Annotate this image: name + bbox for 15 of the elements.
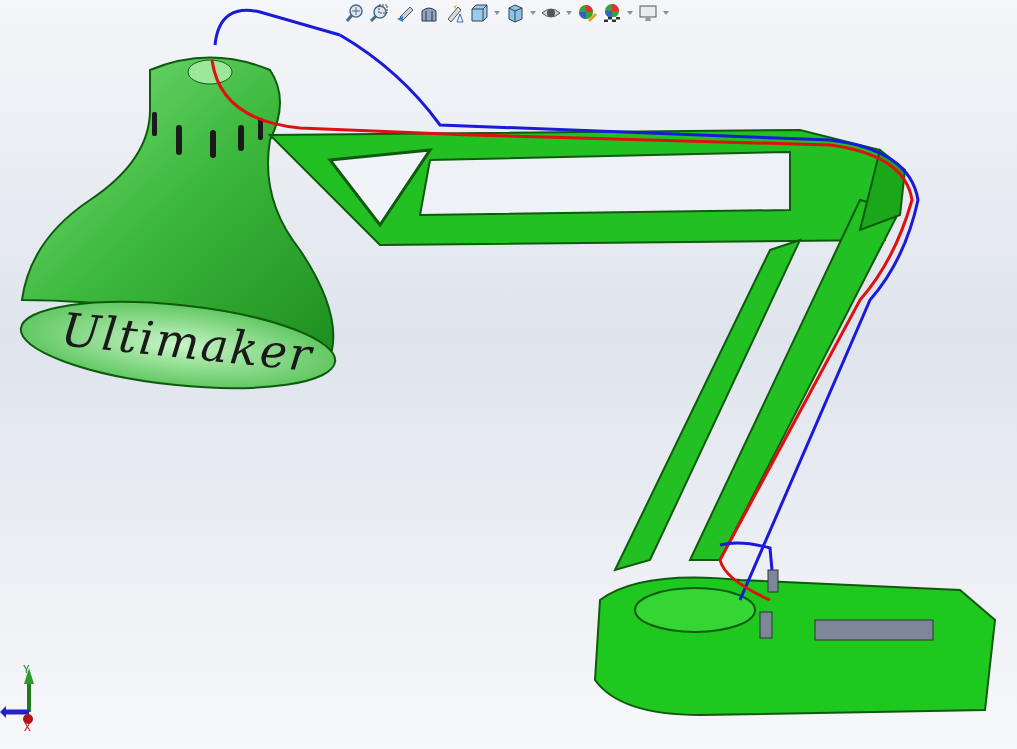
cube-icon[interactable]	[469, 3, 489, 23]
color-ball-checker-icon[interactable]	[602, 3, 622, 23]
caret-icon[interactable]	[530, 11, 536, 15]
color-ball-pencil-icon[interactable]	[577, 3, 597, 23]
caret-icon[interactable]	[494, 11, 500, 15]
zoom-to-fit-icon[interactable]	[344, 3, 364, 23]
zoom-area-icon[interactable]	[369, 3, 389, 23]
caret-icon[interactable]	[663, 11, 669, 15]
monitor-icon[interactable]	[638, 3, 658, 23]
caret-icon[interactable]	[566, 11, 572, 15]
box-icon[interactable]	[505, 3, 525, 23]
x-axis-label: X	[24, 721, 31, 734]
caret-icon[interactable]	[627, 11, 633, 15]
y-axis-label: Y	[23, 663, 30, 676]
engraved-text: Ultimaker	[58, 302, 316, 383]
